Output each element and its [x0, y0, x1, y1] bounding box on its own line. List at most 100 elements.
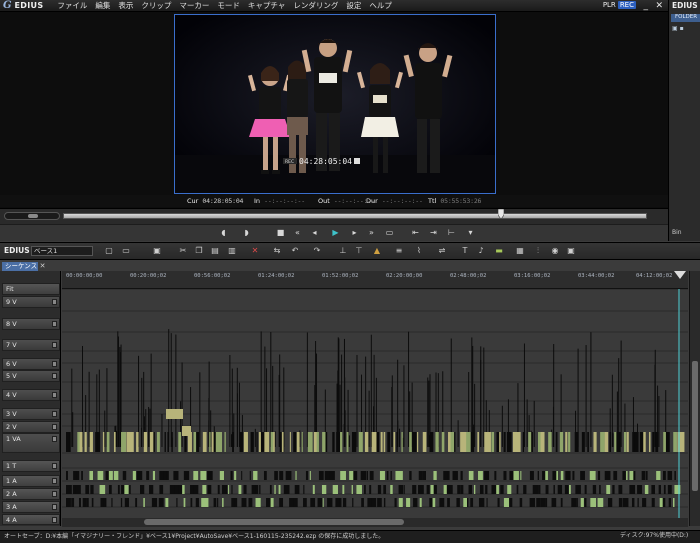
overwrite-icon[interactable]: ⇥: [428, 227, 439, 238]
vertical-scroll-thumb[interactable]: [692, 361, 698, 491]
export-file-icon[interactable]: ▣: [566, 246, 576, 256]
jog-shuttle[interactable]: [4, 212, 60, 220]
track-toggle-icon[interactable]: [52, 321, 57, 327]
group-icon[interactable]: ≡: [394, 246, 404, 256]
fast-forward-icon[interactable]: »: [366, 227, 377, 238]
track-toggle-icon[interactable]: [52, 491, 57, 497]
mixer-icon[interactable]: ⫶: [533, 246, 543, 256]
track-3v[interactable]: 3 V: [2, 408, 60, 420]
dur-value: --:--:--:--: [381, 197, 423, 205]
track-1va[interactable]: 1 VA: [2, 433, 60, 453]
clip: [332, 485, 338, 494]
track-toggle-icon[interactable]: [52, 424, 57, 430]
seek-bar[interactable]: [63, 213, 647, 219]
track-4a[interactable]: 4 A: [2, 514, 60, 525]
insert-icon[interactable]: ⇤: [410, 227, 421, 238]
clip: [571, 498, 577, 507]
split-icon[interactable]: ⊥: [338, 246, 348, 256]
set-out-icon[interactable]: ◗: [241, 227, 252, 238]
open-project-icon[interactable]: ▭: [121, 246, 131, 256]
track-toggle-icon[interactable]: [52, 361, 57, 367]
export-icon[interactable]: ⊢: [446, 227, 457, 238]
menu-view[interactable]: 表示: [114, 0, 137, 11]
rewind-icon[interactable]: «: [292, 227, 303, 238]
track-toggle-icon[interactable]: [52, 478, 57, 484]
close-button[interactable]: ✕: [655, 0, 663, 12]
track-2a[interactable]: 2 A: [2, 488, 60, 500]
track-toggle-icon[interactable]: [52, 463, 57, 469]
menu-render[interactable]: レンダリング: [289, 0, 342, 11]
undo-icon[interactable]: ↶: [290, 246, 300, 256]
track-6v[interactable]: 6 V: [2, 358, 60, 370]
clip-layer: [66, 329, 685, 507]
track-3a[interactable]: 3 A: [2, 501, 60, 513]
marker-add-icon[interactable]: ▲: [372, 246, 382, 256]
track-2v[interactable]: 2 V: [2, 421, 60, 433]
track-toggle-icon[interactable]: [52, 436, 57, 442]
layout-icon[interactable]: ▦: [515, 246, 525, 256]
track-toggle-icon[interactable]: [52, 517, 57, 523]
menu-marker[interactable]: マーカー: [175, 0, 213, 11]
microphone-icon[interactable]: ♪: [476, 246, 486, 256]
horizontal-scrollbar[interactable]: [62, 518, 688, 527]
set-in-icon[interactable]: ◖: [218, 227, 229, 238]
render-icon[interactable]: ▬: [494, 246, 504, 256]
track-toggle-icon[interactable]: [52, 504, 57, 510]
plr-mode-button[interactable]: PLR: [603, 1, 616, 9]
playhead-marker-icon[interactable]: [674, 271, 686, 279]
track-8v[interactable]: 8 V: [2, 318, 60, 330]
menu-file[interactable]: ファイル: [53, 0, 91, 11]
redo-icon[interactable]: ↷: [312, 246, 322, 256]
menu-capture[interactable]: キャプチャ: [244, 0, 289, 11]
snap-icon[interactable]: ⌇: [414, 246, 424, 256]
track-toggle-icon[interactable]: [52, 411, 57, 417]
seek-playhead-icon[interactable]: [498, 209, 504, 219]
track-toggle-icon[interactable]: [52, 342, 57, 348]
ripple-icon[interactable]: ⇆: [272, 246, 282, 256]
menu-mode[interactable]: モード: [213, 0, 244, 11]
menu-help[interactable]: ヘルプ: [365, 0, 396, 11]
track-9v[interactable]: 9 V: [2, 296, 60, 308]
menu-clip[interactable]: クリップ: [137, 0, 175, 11]
play-icon[interactable]: ▶: [330, 227, 341, 238]
track-1a[interactable]: 1 A: [2, 475, 60, 487]
minimize-button[interactable]: _: [644, 0, 649, 12]
cut-icon[interactable]: ✂: [178, 246, 188, 256]
marker-icon[interactable]: ▾: [465, 227, 476, 238]
add-edit-icon[interactable]: ⊤: [354, 246, 364, 256]
horizontal-scroll-thumb[interactable]: [144, 519, 404, 525]
delete-icon[interactable]: ✕: [250, 246, 260, 256]
sync-icon[interactable]: ⇌: [437, 246, 447, 256]
stop-icon[interactable]: ■: [275, 227, 286, 238]
track-4v[interactable]: 4 V: [2, 389, 60, 401]
paste-icon[interactable]: ▤: [210, 246, 220, 256]
jog-knob[interactable]: [28, 214, 38, 218]
new-sequence-icon[interactable]: ▢: [104, 246, 114, 256]
timeline-clips[interactable]: [62, 289, 688, 526]
track-toggle-icon[interactable]: [52, 299, 57, 305]
bin-folder-tab[interactable]: FOLDER: [671, 14, 700, 22]
folder-icon[interactable]: ▣ ▪: [672, 25, 700, 33]
track-1t[interactable]: 1 T: [2, 460, 60, 472]
clip: [662, 498, 666, 507]
track-toggle-icon[interactable]: [52, 392, 57, 398]
loop-icon[interactable]: ▭: [384, 227, 395, 238]
track-5v[interactable]: 5 V: [2, 370, 60, 382]
menu-settings[interactable]: 設定: [342, 0, 365, 11]
title-icon[interactable]: T: [460, 246, 470, 256]
record-icon[interactable]: ◉: [550, 246, 560, 256]
close-tab-icon[interactable]: ✕: [38, 262, 47, 271]
step-back-icon[interactable]: ◂: [309, 227, 320, 238]
menu-edit[interactable]: 編集: [91, 0, 114, 11]
copy-icon[interactable]: ❐: [194, 246, 204, 256]
sequence-name-field[interactable]: ベース1: [31, 246, 93, 256]
track-toggle-icon[interactable]: [52, 373, 57, 379]
vertical-scrollbar[interactable]: [689, 271, 700, 526]
rec-mode-button[interactable]: REC: [617, 1, 636, 9]
track-7v[interactable]: 7 V: [2, 339, 60, 351]
save-project-icon[interactable]: ▣: [152, 246, 162, 256]
tab-sequence1[interactable]: シーケンス1: [2, 262, 38, 279]
paste-attr-icon[interactable]: ▥: [227, 246, 237, 256]
step-forward-icon[interactable]: ▸: [349, 227, 360, 238]
timeline-zoom-fit[interactable]: Fit: [2, 283, 60, 295]
